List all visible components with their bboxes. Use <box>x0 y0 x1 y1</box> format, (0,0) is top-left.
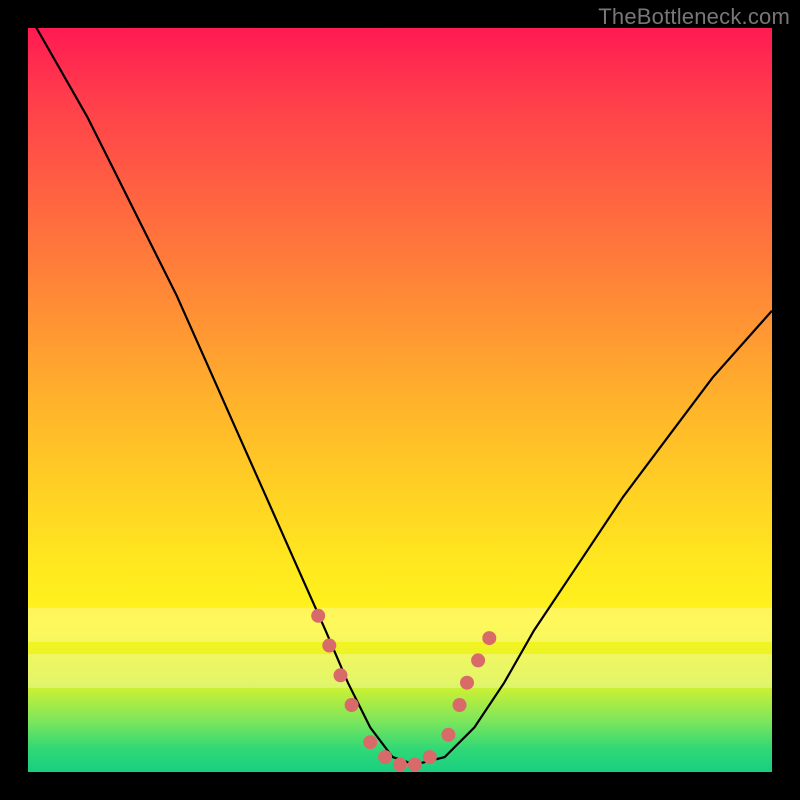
marker-dot <box>408 758 422 772</box>
plot-area <box>28 28 772 772</box>
marker-dot <box>322 639 336 653</box>
marker-dot <box>471 653 485 667</box>
marker-dot <box>441 728 455 742</box>
marker-dot <box>482 631 496 645</box>
watermark-text: TheBottleneck.com <box>598 4 790 30</box>
marker-dot <box>334 668 348 682</box>
marker-dot <box>345 698 359 712</box>
marker-dot <box>363 735 377 749</box>
marker-dot <box>423 750 437 764</box>
marker-dot <box>393 758 407 772</box>
highlight-points <box>311 609 496 772</box>
marker-dot <box>460 676 474 690</box>
marker-dot <box>311 609 325 623</box>
bottleneck-curve <box>28 28 772 765</box>
chart-frame: TheBottleneck.com <box>0 0 800 800</box>
marker-dot <box>453 698 467 712</box>
marker-dot <box>378 750 392 764</box>
curve-layer <box>28 28 772 772</box>
